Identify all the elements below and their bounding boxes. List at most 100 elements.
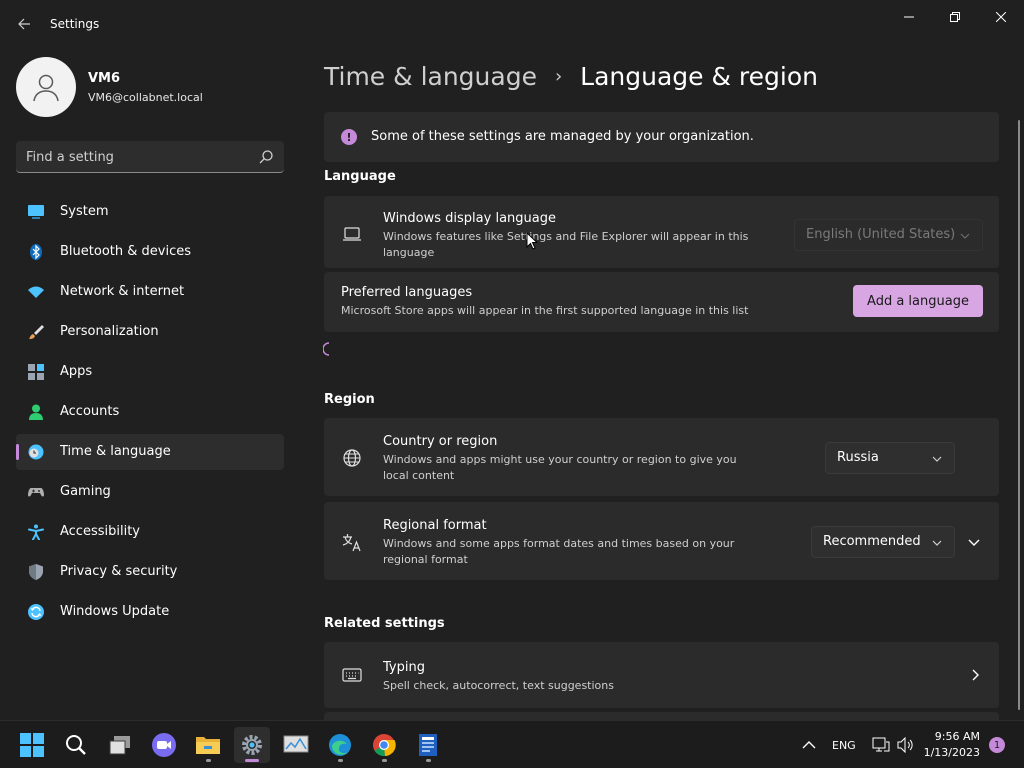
clock-time: 9:56 AM [934,730,980,743]
display-icon [28,205,44,219]
profile-name: VM6 [88,71,121,86]
display-language-value: English (United States) [806,227,956,242]
sidebar-item-network[interactable]: Network & internet [16,274,284,310]
country-region-description: Windows and apps might use your country … [383,453,737,482]
sidebar-item-bluetooth[interactable]: Bluetooth & devices [16,234,284,270]
expand-chevron-icon[interactable] [968,536,980,548]
sidebar-item-time-language[interactable]: Time & language [16,434,284,470]
loading-spinner-icon [323,342,330,356]
sidebar-item-label: Accessibility [60,524,140,539]
taskbar: ENG 9:56 AM 1/13/2023 1 [0,720,1024,768]
windows-logo-icon [20,733,44,757]
scrollbar[interactable] [1018,120,1020,710]
chevron-down-icon [960,233,970,239]
display-language-title: Windows display language [383,211,556,226]
sidebar-nav: System Bluetooth & devices Network & int… [16,194,284,634]
back-arrow-icon [18,18,30,30]
taskbar-app-chrome[interactable] [366,727,402,763]
section-heading-related: Related settings [324,616,445,631]
profile-email: VM6@collabnet.local [88,91,203,104]
sidebar-item-label: Time & language [60,444,171,459]
windows-display-language-row: Windows display language Windows feature… [324,196,999,268]
info-icon: ! [341,129,357,145]
sidebar-item-label: Gaming [60,484,111,499]
sidebar-item-windows-update[interactable]: Windows Update [16,594,284,630]
minimize-icon [904,16,914,18]
installer-icon [419,734,437,756]
notification-badge[interactable]: 1 [989,737,1005,753]
search-input[interactable] [26,147,246,167]
title-bar: Settings [0,0,1024,48]
regional-format-row[interactable]: Regional format Windows and some apps fo… [324,502,999,580]
org-notice-text: Some of these settings are managed by yo… [371,129,754,144]
org-managed-notice: ! Some of these settings are managed by … [324,112,999,162]
maximize-button[interactable] [932,6,978,28]
taskbar-app-resource-monitor[interactable] [278,727,314,763]
sidebar-item-label: Accounts [60,404,120,419]
gamepad-icon [28,488,44,497]
accessibility-icon [28,524,44,540]
clock-globe-icon [28,444,44,460]
shield-icon [29,564,43,580]
add-language-button[interactable]: Add a language [853,285,983,317]
sidebar-item-gaming[interactable]: Gaming [16,474,284,510]
network-icon [872,737,890,752]
preferred-languages-title: Preferred languages [341,285,473,300]
chevron-up-icon [802,741,816,749]
wifi-icon [28,286,44,298]
display-language-dropdown[interactable]: English (United States) [794,219,983,251]
start-button[interactable] [14,727,50,763]
sidebar-item-system[interactable]: System [16,194,284,230]
sidebar-item-label: System [60,204,109,219]
sidebar-item-privacy[interactable]: Privacy & security [16,554,284,590]
task-view-button[interactable] [102,727,138,763]
taskbar-app-installer[interactable] [410,727,446,763]
country-region-value: Russia [837,450,879,465]
breadcrumb-parent[interactable]: Time & language [324,62,537,91]
taskbar-search-button[interactable] [58,727,94,763]
language-indicator[interactable]: ENG [832,721,856,768]
network-tray-button[interactable] [872,721,890,768]
search-icon [259,150,273,164]
page-title: Language & region [580,61,819,91]
regional-format-dropdown[interactable]: Recommended [811,526,955,558]
typing-title: Typing [383,660,425,675]
sidebar-item-accounts[interactable]: Accounts [16,394,284,430]
sidebar-item-label: Bluetooth & devices [60,244,191,259]
close-button[interactable] [978,6,1024,28]
chrome-browser-icon [373,734,396,757]
sidebar-item-label: Network & internet [60,284,185,299]
section-heading-language: Language [324,169,396,184]
taskbar-app-settings[interactable] [234,727,270,763]
typing-description: Spell check, autocorrect, text suggestio… [383,679,614,692]
brush-icon [29,325,44,339]
taskbar-app-edge[interactable] [322,727,358,763]
next-row-partial [324,712,999,720]
sidebar-item-apps[interactable]: Apps [16,354,284,390]
back-button[interactable] [14,14,34,34]
clock[interactable]: 9:56 AM 1/13/2023 [924,729,980,761]
person-avatar-icon [33,74,59,102]
update-icon [28,604,44,620]
search-box[interactable] [16,141,284,173]
sidebar-item-personalization[interactable]: Personalization [16,314,284,350]
taskbar-app-zoom[interactable] [146,727,182,763]
running-indicator [382,759,387,762]
minimize-button[interactable] [886,6,932,28]
volume-tray-button[interactable] [897,721,915,768]
regional-format-title: Regional format [383,518,487,533]
close-icon [996,12,1006,22]
sidebar-item-accessibility[interactable]: Accessibility [16,514,284,550]
avatar[interactable] [16,57,76,117]
language-code: ENG [832,738,856,752]
running-indicator [206,759,211,762]
taskbar-app-file-explorer[interactable] [190,727,226,763]
country-region-dropdown[interactable]: Russia [825,442,955,474]
speaker-icon [897,737,913,753]
tray-overflow-button[interactable] [802,721,816,768]
typing-row[interactable]: Typing Spell check, autocorrect, text su… [324,642,999,708]
running-indicator [426,759,431,762]
monitor-chart-icon [283,735,309,753]
country-region-title: Country or region [383,434,498,449]
sidebar-item-label: Apps [60,364,93,379]
